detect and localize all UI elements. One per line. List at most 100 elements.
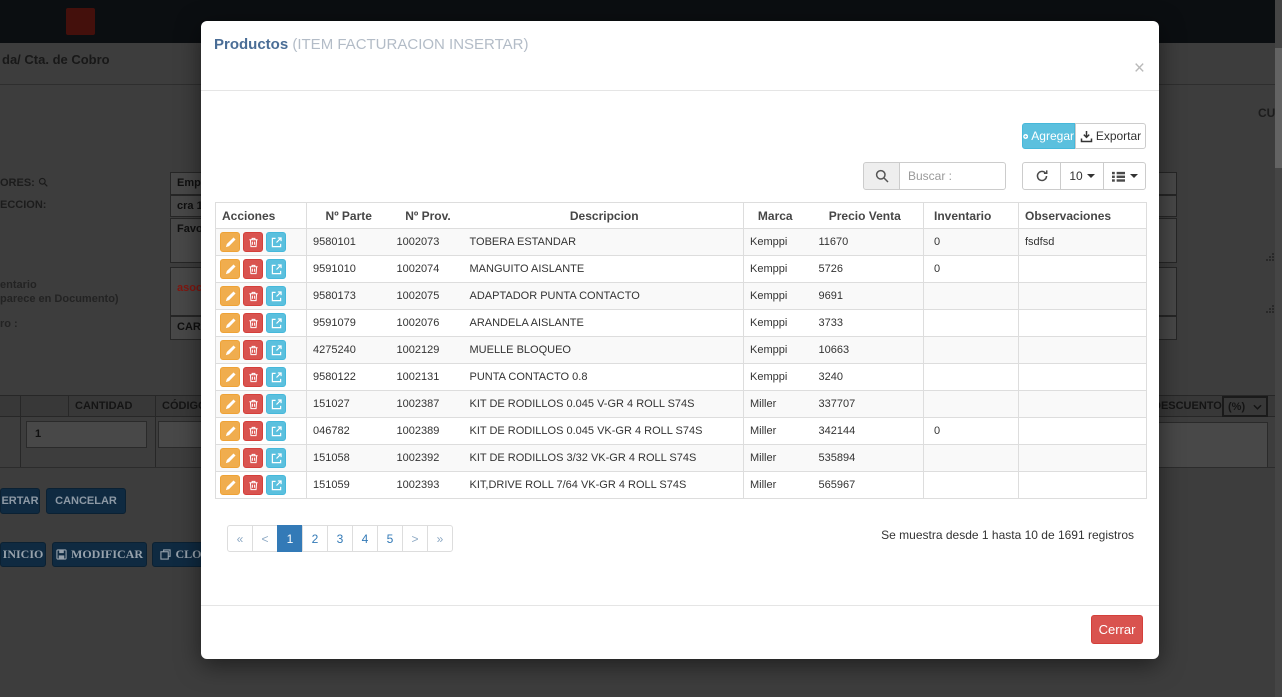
cell-parte: 9580101 — [307, 229, 391, 256]
edit-row-button[interactable] — [220, 367, 240, 387]
edit-row-button[interactable] — [220, 421, 240, 441]
page->[interactable]: > — [402, 525, 428, 552]
cell-inv — [924, 445, 1019, 472]
col-acciones: Acciones — [216, 203, 307, 229]
scrollbar-thumb[interactable] — [1275, 48, 1282, 168]
edit-row-button[interactable] — [220, 232, 240, 252]
page-2[interactable]: 2 — [302, 525, 328, 552]
cerrar-button[interactable]: Cerrar — [1091, 615, 1143, 644]
edit-row-button[interactable] — [220, 448, 240, 468]
cell-inv — [924, 337, 1019, 364]
share-square-icon — [271, 453, 282, 464]
assign-row-button[interactable] — [266, 475, 286, 495]
page-4[interactable]: 4 — [352, 525, 378, 552]
textarea-resize-grip[interactable] — [1272, 305, 1274, 307]
delete-row-button[interactable] — [243, 340, 263, 360]
page-»[interactable]: » — [427, 525, 453, 552]
refresh-button[interactable] — [1022, 162, 1061, 190]
cell-precio: 342144 — [807, 418, 924, 445]
modal-title-main: Productos — [214, 36, 288, 53]
assign-row-button[interactable] — [266, 448, 286, 468]
cell-inv — [924, 364, 1019, 391]
modal-title-sub: (ITEM FACTURACION INSERTAR) — [292, 36, 528, 53]
table-row: 95801731002075ADAPTADOR PUNTA CONTACTOKe… — [216, 283, 1147, 310]
cell-marca: Kemppi — [744, 283, 807, 310]
page-5[interactable]: 5 — [377, 525, 403, 552]
share-square-icon — [271, 480, 282, 491]
row-actions — [216, 364, 307, 391]
textarea-resize-grip[interactable] — [1272, 253, 1274, 255]
delete-row-button[interactable] — [243, 421, 263, 441]
pencil-icon — [225, 264, 236, 275]
edit-row-button[interactable] — [220, 313, 240, 333]
page-«[interactable]: « — [227, 525, 253, 552]
cell-parte: 151059 — [307, 472, 391, 499]
cell-precio: 337707 — [807, 391, 924, 418]
page-size-dropdown[interactable]: 10 — [1060, 162, 1104, 190]
descuento-column-header: DESCUENTO — [1153, 400, 1222, 412]
delete-row-button[interactable] — [243, 394, 263, 414]
delete-row-button[interactable] — [243, 475, 263, 495]
delete-row-button[interactable] — [243, 313, 263, 333]
list-columns-icon — [1111, 170, 1126, 183]
assign-row-button[interactable] — [266, 367, 286, 387]
assign-row-button[interactable] — [266, 259, 286, 279]
cell-prov: 1002076 — [391, 310, 466, 337]
columns-dropdown[interactable] — [1103, 162, 1146, 190]
cell-parte: 9591079 — [307, 310, 391, 337]
table-row: 95801221002131PUNTA CONTACTO 0.8Kemppi32… — [216, 364, 1147, 391]
inicio-button[interactable]: INICIO — [0, 542, 46, 567]
assign-row-button[interactable] — [266, 313, 286, 333]
page-scrollbar[interactable] — [1275, 0, 1282, 697]
assign-row-button[interactable] — [266, 394, 286, 414]
delete-row-button[interactable] — [243, 367, 263, 387]
edit-row-button[interactable] — [220, 259, 240, 279]
col-prov: Nº Prov. — [391, 203, 466, 229]
cell-inv — [924, 472, 1019, 499]
cell-precio: 565967 — [807, 472, 924, 499]
cell-marca: Miller — [744, 391, 807, 418]
page-3[interactable]: 3 — [327, 525, 353, 552]
edit-row-button[interactable] — [220, 286, 240, 306]
assign-row-button[interactable] — [266, 421, 286, 441]
cell-prov: 1002387 — [391, 391, 466, 418]
assign-row-button[interactable] — [266, 286, 286, 306]
table-row: 95801011002073TOBERA ESTANDARKemppi11670… — [216, 229, 1147, 256]
cell-prov: 1002129 — [391, 337, 466, 364]
page-<[interactable]: < — [252, 525, 278, 552]
delete-row-button[interactable] — [243, 448, 263, 468]
cancelar-button[interactable]: CANCELAR — [46, 488, 126, 514]
modificar-button[interactable]: MODIFICAR — [52, 542, 147, 567]
close-icon[interactable]: × — [1134, 59, 1145, 78]
delete-row-button[interactable] — [243, 259, 263, 279]
edit-row-button[interactable] — [220, 394, 240, 414]
cell-prov: 1002392 — [391, 445, 466, 472]
export-download-icon — [1080, 130, 1093, 143]
insertar-button[interactable]: ERTAR — [0, 488, 40, 514]
search-input[interactable] — [899, 162, 1006, 190]
modal-footer-separator — [201, 605, 1159, 606]
descuento-unit-select[interactable]: (%) — [1222, 396, 1268, 417]
share-square-icon — [271, 318, 282, 329]
assign-row-button[interactable] — [266, 232, 286, 252]
cell-marca: Kemppi — [744, 310, 807, 337]
assign-row-button[interactable] — [266, 340, 286, 360]
agregar-button[interactable]: Agregar — [1022, 123, 1075, 149]
search-addon — [863, 162, 900, 190]
proveedores-label: ORES: — [0, 177, 48, 189]
descuento-input[interactable] — [1155, 422, 1268, 468]
trash-icon — [248, 399, 259, 410]
comentario-label: entario — [0, 279, 37, 291]
delete-row-button[interactable] — [243, 286, 263, 306]
cantidad-input[interactable]: 1 — [26, 421, 147, 448]
edit-row-button[interactable] — [220, 340, 240, 360]
row-actions — [216, 445, 307, 472]
exportar-button[interactable]: Exportar — [1075, 123, 1146, 149]
share-square-icon — [271, 237, 282, 248]
share-square-icon — [271, 399, 282, 410]
cell-marca: Miller — [744, 472, 807, 499]
delete-row-button[interactable] — [243, 232, 263, 252]
page-1[interactable]: 1 — [277, 525, 303, 552]
edit-row-button[interactable] — [220, 475, 240, 495]
pagination: «<12345>» — [227, 525, 453, 552]
